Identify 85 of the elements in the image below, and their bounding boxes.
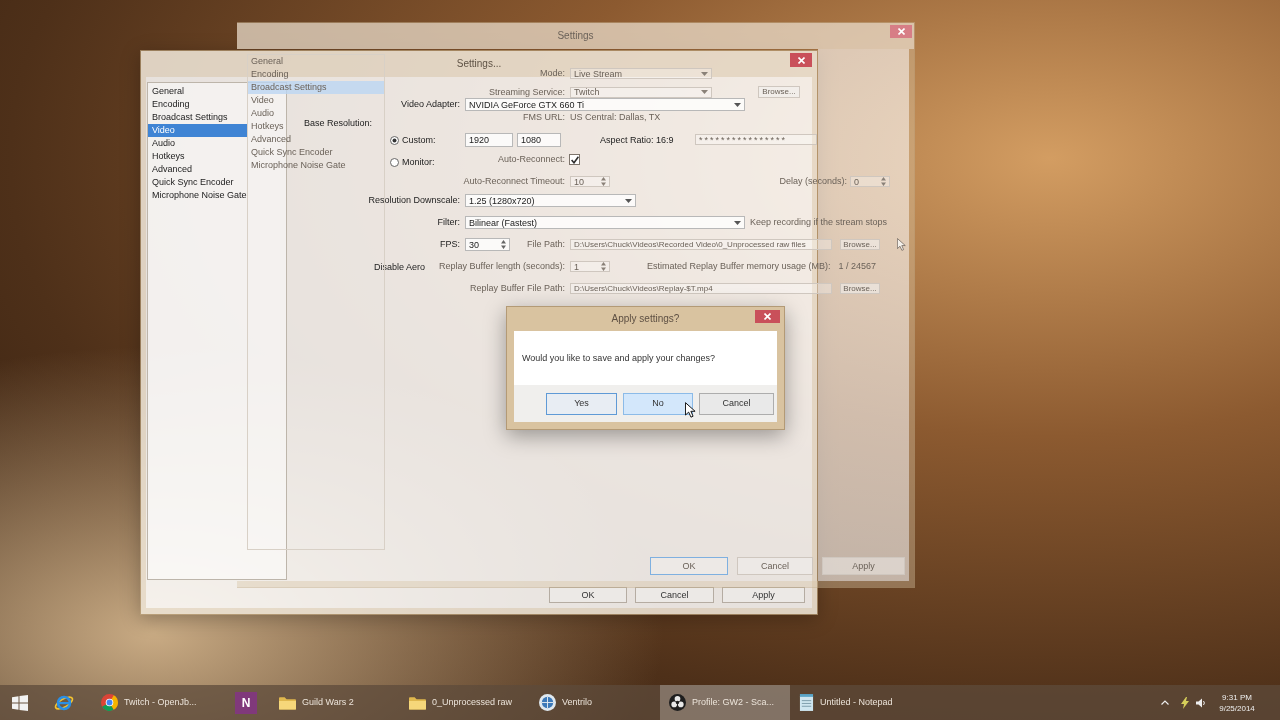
mouse-cursor-icon bbox=[685, 402, 696, 418]
dropdown[interactable]: 1.25 (1280x720) bbox=[465, 194, 636, 207]
sidebar-item[interactable]: Audio bbox=[248, 107, 278, 120]
field-label: Resolution Downscale: bbox=[368, 195, 460, 206]
dialog-message: Would you like to save and apply your changes? bbox=[522, 352, 715, 364]
sidebar-item[interactable]: General bbox=[148, 85, 189, 98]
disc-logo-icon bbox=[669, 694, 686, 711]
folder-icon bbox=[409, 695, 426, 710]
field-label: FPS: bbox=[440, 239, 460, 250]
sidebar-item[interactable]: Microphone Noise Gate bbox=[248, 159, 349, 172]
yes-button[interactable]: Yes bbox=[546, 392, 617, 415]
field-label: FMS URL: bbox=[523, 112, 565, 123]
dialog-title: Apply settings? bbox=[611, 313, 680, 325]
clock[interactable]: 9:31 PM 9/25/2014 bbox=[1214, 685, 1260, 720]
chevron-up-icon bbox=[1161, 700, 1169, 705]
field-label: Mode: bbox=[540, 68, 565, 79]
taskbar-button[interactable]: Twitch - OpenJb... bbox=[92, 685, 222, 720]
sidebar-item[interactable]: General bbox=[248, 55, 287, 68]
spin-arrows-icon bbox=[881, 177, 886, 186]
taskbar-button[interactable]: Ventrilo bbox=[530, 685, 660, 720]
sidebar-item[interactable]: Advanced bbox=[248, 133, 295, 146]
spin-field[interactable]: 30 bbox=[465, 238, 510, 251]
aspect-ratio-text: Aspect Ratio: 16:9 bbox=[600, 134, 674, 146]
start-icon bbox=[12, 694, 28, 711]
sidebar-item[interactable]: Broadcast Settings bbox=[248, 81, 384, 94]
taskbar-button[interactable]: 0_Unprocessed raw bbox=[400, 685, 530, 720]
field-label: Filter: bbox=[437, 217, 460, 228]
notepad-icon bbox=[799, 694, 814, 711]
sidebar-item[interactable]: Broadcast Settings bbox=[148, 111, 232, 124]
dropdown[interactable]: NVIDIA GeForce GTX 660 Ti bbox=[465, 98, 745, 111]
taskbar-button[interactable]: Untitled - Notepad bbox=[790, 685, 920, 720]
sidebar-item[interactable]: Quick Sync Encoder bbox=[248, 146, 336, 159]
no-button[interactable]: No bbox=[623, 392, 693, 415]
sidebar-item[interactable]: Advanced bbox=[148, 163, 197, 176]
cancel-button[interactable]: Cancel bbox=[699, 392, 774, 415]
caret-icon bbox=[734, 102, 741, 107]
lightning-icon bbox=[1181, 696, 1189, 709]
dropdown[interactable]: Bilinear (Fastest) bbox=[465, 216, 745, 229]
caret-icon bbox=[734, 220, 741, 225]
taskbar-button[interactable]: N bbox=[235, 691, 257, 714]
caret-icon bbox=[625, 198, 632, 203]
globe-icon bbox=[539, 694, 556, 711]
field-label: Replay Buffer File Path: bbox=[470, 283, 565, 294]
field-label: Video Adapter: bbox=[401, 99, 460, 110]
spin-arrows-icon bbox=[601, 262, 606, 271]
tick-icon bbox=[570, 155, 579, 164]
taskbar-button[interactable]: Profile: GW2 - Sca... bbox=[660, 685, 790, 720]
sidebar-item[interactable]: Hotkeys bbox=[148, 150, 189, 163]
radio-option[interactable]: Monitor: bbox=[390, 156, 435, 168]
field-label: Auto-Reconnect: bbox=[497, 154, 565, 165]
radio-option[interactable]: Custom: bbox=[390, 134, 436, 146]
close-icon bbox=[764, 313, 771, 320]
group-label: Base Resolution: bbox=[304, 117, 373, 129]
spin-arrows-icon bbox=[501, 240, 506, 249]
sidebar-item[interactable]: Hotkeys bbox=[248, 120, 287, 133]
sidebar-item[interactable]: Quick Sync Encoder bbox=[148, 176, 238, 189]
sidebar-item[interactable]: Encoding bbox=[248, 68, 292, 81]
field-label: Keep recording if the stream stops bbox=[750, 217, 888, 228]
folder-icon bbox=[279, 695, 296, 710]
field-value: US Central: Dallas, TX bbox=[570, 112, 661, 123]
close-button[interactable] bbox=[790, 53, 812, 67]
close-button[interactable] bbox=[755, 310, 780, 323]
speaker-icon bbox=[1196, 697, 1206, 708]
window-title: Settings bbox=[557, 30, 594, 42]
field-label: Auto-Reconnect Timeout: bbox=[463, 176, 565, 187]
caret-icon bbox=[701, 90, 708, 94]
sidebar-item[interactable]: Encoding bbox=[148, 98, 194, 111]
input-field[interactable]: 1080 bbox=[517, 133, 561, 147]
spin-arrows-icon bbox=[601, 177, 606, 186]
close-icon bbox=[797, 56, 805, 64]
sidebar-item[interactable]: Video bbox=[148, 124, 248, 137]
field-value: 1 / 24567 bbox=[838, 261, 876, 272]
circle-logo-icon bbox=[101, 694, 118, 711]
field-label: File Path: bbox=[526, 239, 565, 250]
close-icon bbox=[897, 28, 905, 35]
mouse-cursor-icon bbox=[897, 238, 906, 251]
sidebar-item[interactable]: Microphone Noise Gate bbox=[148, 189, 251, 202]
field-label: Replay Buffer length (seconds): bbox=[439, 261, 565, 272]
sidebar-item[interactable]: Audio bbox=[148, 137, 180, 150]
input-field[interactable]: 1920 bbox=[465, 133, 513, 147]
taskbar-button[interactable]: Guild Wars 2 bbox=[270, 685, 400, 720]
sidebar-item[interactable]: Video bbox=[248, 94, 277, 107]
window-title: Settings... bbox=[456, 58, 502, 70]
field-label: Disable Aero bbox=[373, 262, 425, 273]
field-label: Streaming Service: bbox=[488, 86, 565, 98]
